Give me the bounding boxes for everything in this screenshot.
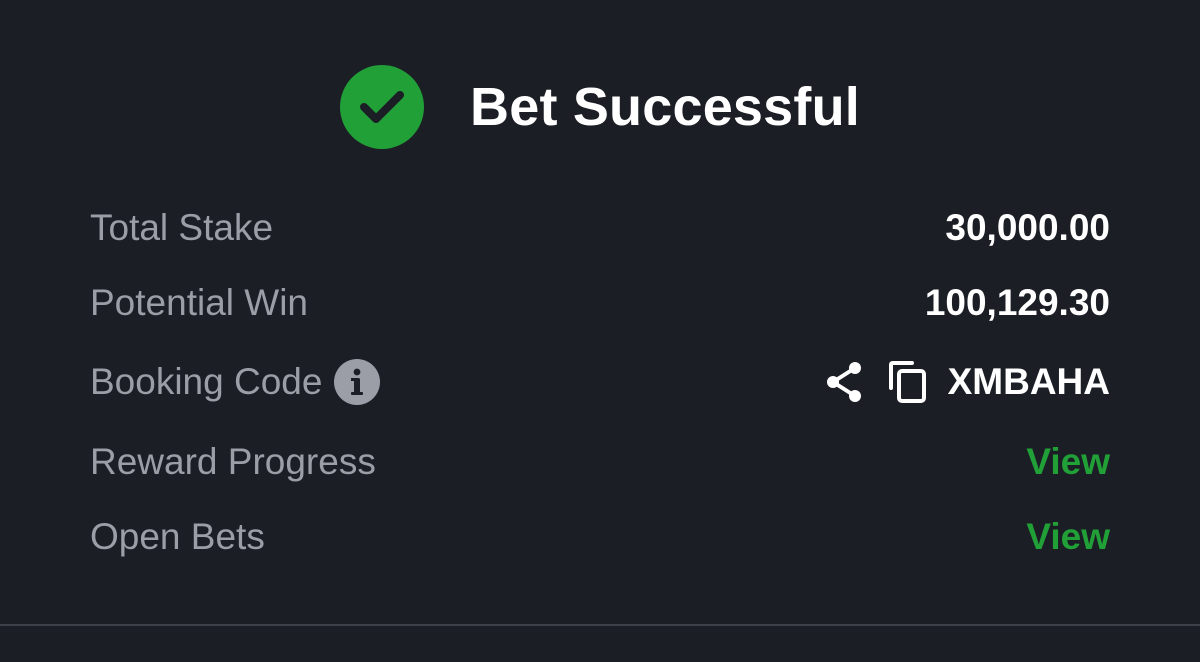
booking-code-value-group: XMBAHA	[824, 360, 1110, 404]
reward-progress-view-link[interactable]: View	[1026, 441, 1110, 483]
divider	[0, 624, 1200, 626]
total-stake-value: 30,000.00	[945, 207, 1110, 248]
total-stake-row: Total Stake 30,000.00	[90, 200, 1110, 256]
open-bets-label: Open Bets	[90, 516, 265, 557]
reward-progress-label: Reward Progress	[90, 441, 376, 482]
booking-code-label-group: Booking Code	[90, 359, 381, 405]
booking-code-value: XMBAHA	[947, 361, 1110, 402]
check-circle-icon	[340, 65, 425, 149]
booking-code-row: Booking Code XMBAHA	[90, 354, 1110, 410]
bet-success-header: Bet Successful	[0, 64, 1200, 150]
total-stake-label: Total Stake	[90, 207, 274, 248]
potential-win-row: Potential Win 100,129.30	[90, 275, 1110, 331]
copy-icon[interactable]	[888, 360, 928, 404]
potential-win-value: 100,129.30	[924, 282, 1110, 323]
reward-progress-row: Reward Progress View	[90, 434, 1110, 490]
open-bets-row: Open Bets View	[90, 509, 1110, 565]
booking-code-label: Booking Code	[90, 361, 323, 402]
open-bets-view-link[interactable]: View	[1026, 516, 1110, 558]
info-icon[interactable]	[334, 359, 381, 405]
page-title: Bet Successful	[470, 77, 860, 137]
share-icon[interactable]	[824, 360, 864, 404]
potential-win-label: Potential Win	[90, 282, 308, 323]
